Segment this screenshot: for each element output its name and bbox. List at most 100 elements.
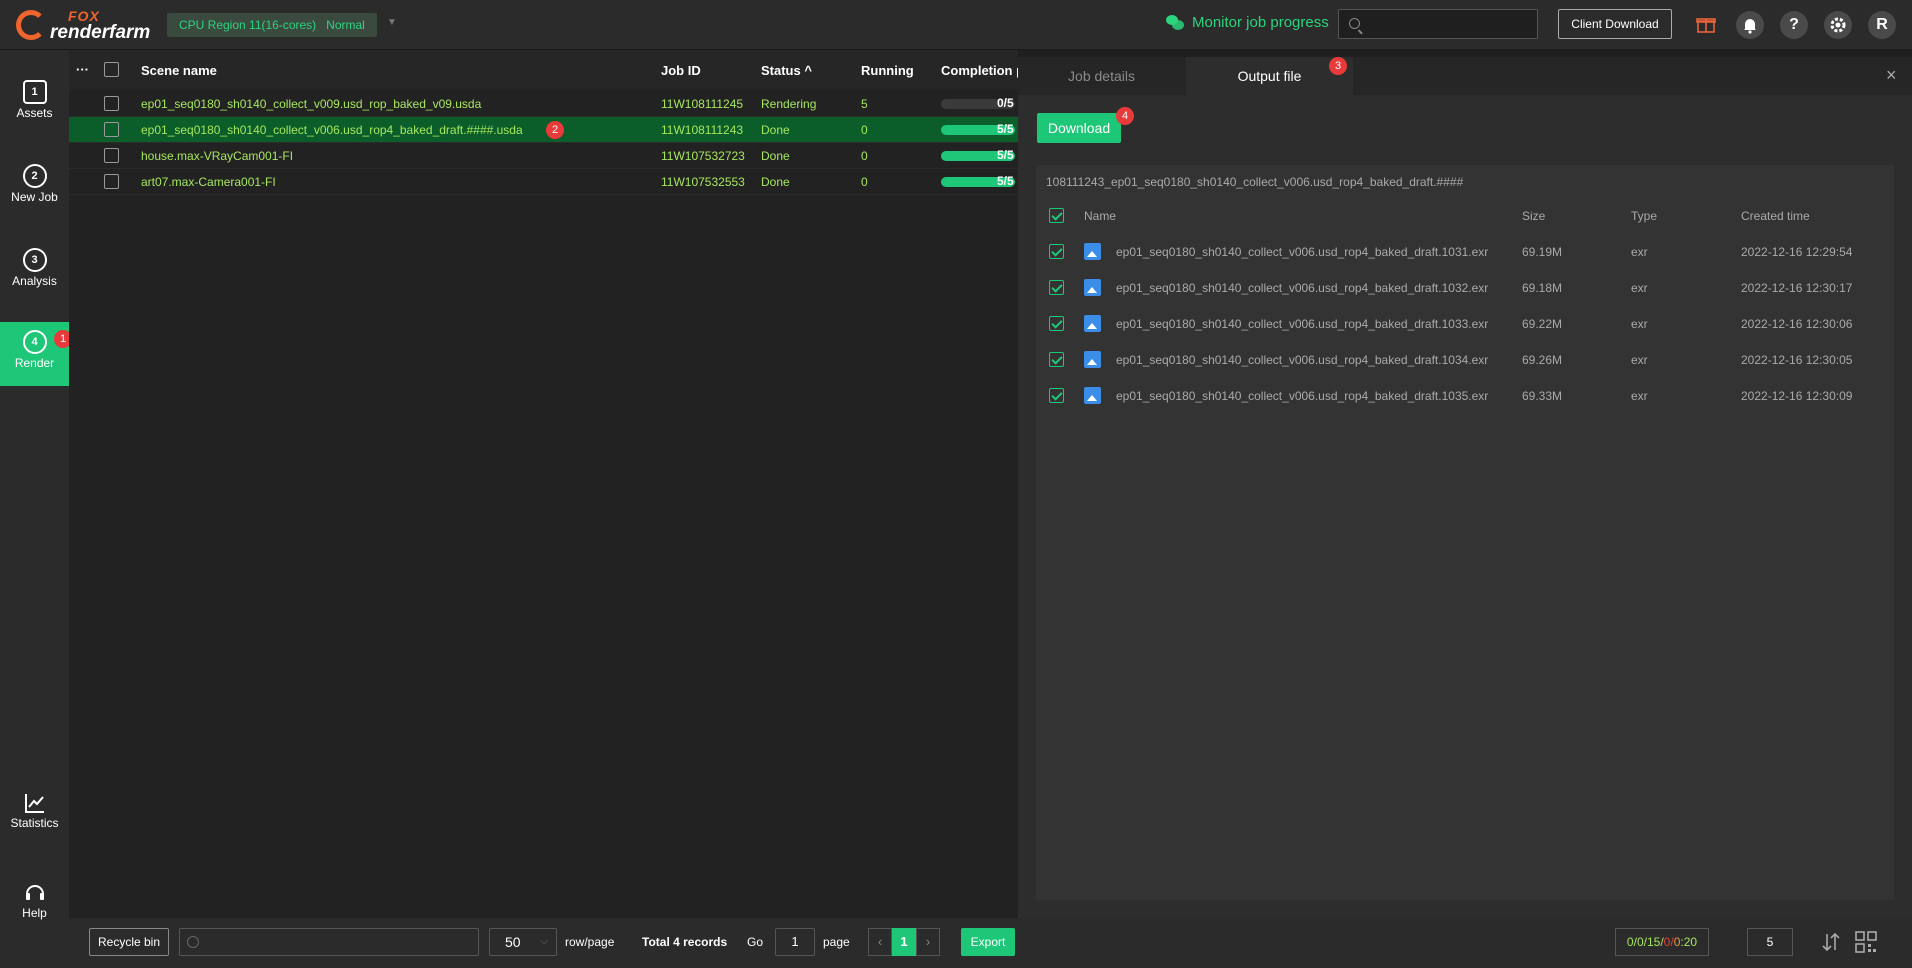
table-row[interactable]: house.max-VRayCam001-FI 11W107532723 Don… <box>69 143 1018 169</box>
running-count: 0 <box>861 123 868 137</box>
select-all-files-checkbox[interactable] <box>1049 208 1064 223</box>
close-icon[interactable]: × <box>1886 65 1897 86</box>
col-completion[interactable]: Completion p <box>941 63 1024 78</box>
gift-icon[interactable] <box>1696 15 1716 33</box>
sidebar-item-assets[interactable]: 1 Assets <box>0 72 69 136</box>
job-status: Done <box>761 123 790 137</box>
logo[interactable]: FOX renderfarm <box>16 8 150 42</box>
region-status: Normal <box>326 18 365 32</box>
more-options-icon[interactable]: ··· <box>76 62 89 77</box>
col-scene-name[interactable]: Scene name <box>141 63 217 78</box>
scene-name: ep01_seq0180_sh0140_collect_v009.usd_rop… <box>141 97 482 111</box>
region-selector[interactable]: CPU Region 11(16-cores) Normal <box>167 13 377 37</box>
job-count-summary: 0/0/15/0/0:20 <box>1615 928 1709 956</box>
col-type: Type <box>1631 209 1658 223</box>
file-type: exr <box>1631 389 1648 403</box>
export-button[interactable]: Export <box>961 928 1015 956</box>
sidebar-item-render[interactable]: 4 Render 1 <box>0 322 72 386</box>
file-row[interactable]: ep01_seq0180_sh0140_collect_v006.usd_rop… <box>1036 235 1894 271</box>
completion-text: 5/5 <box>997 174 1014 188</box>
select-all-checkbox[interactable] <box>104 62 119 77</box>
file-created: 2022-12-16 12:30:06 <box>1741 317 1853 331</box>
table-row[interactable]: ep01_seq0180_sh0140_collect_v006.usd_rop… <box>69 117 1018 143</box>
file-checkbox[interactable] <box>1049 244 1064 259</box>
monitor-label: Monitor job progress <box>1192 14 1329 31</box>
footer-bar: Recycle bin 50 ⌵ row/page Total 4 record… <box>69 918 1912 968</box>
image-file-icon <box>1084 279 1101 296</box>
sidebar-item-help[interactable]: Help <box>0 872 69 936</box>
user-avatar[interactable]: R <box>1868 11 1896 39</box>
job-id: 11W107532723 <box>661 149 745 163</box>
page-size-select[interactable]: 50 ⌵ <box>489 928 557 956</box>
table-row[interactable]: art07.max-Camera001-FI 11W107532553 Done… <box>69 169 1018 195</box>
settings-gear-icon[interactable] <box>1824 11 1852 39</box>
output-file-list: 108111243_ep01_seq0180_sh0140_collect_v0… <box>1036 165 1894 900</box>
go-label: Go <box>747 935 764 949</box>
col-name: Name <box>1084 209 1117 223</box>
sidebar-item-analysis[interactable]: 3 Analysis <box>0 240 69 304</box>
refresh-interval-input[interactable]: 5 <box>1747 928 1793 956</box>
page-jump-input[interactable]: 1 <box>775 928 815 956</box>
next-page-button[interactable]: › <box>916 928 940 956</box>
job-id: 11W108111245 <box>661 97 744 111</box>
job-status: Done <box>761 149 790 163</box>
download-badge: 4 <box>1116 107 1134 125</box>
file-row[interactable]: ep01_seq0180_sh0140_collect_v006.usd_rop… <box>1036 307 1894 343</box>
sidebar-item-label: Help <box>22 906 47 920</box>
col-job-id[interactable]: Job ID <box>661 63 701 78</box>
search-input[interactable] <box>1338 9 1538 39</box>
sidebar-item-new-job[interactable]: 2 New Job <box>0 156 69 220</box>
sort-toggle-icon[interactable] <box>1821 932 1841 952</box>
row-checkbox[interactable] <box>104 174 119 189</box>
completion-text: 0/5 <box>997 96 1014 110</box>
col-status-label: Status <box>761 63 801 78</box>
file-checkbox[interactable] <box>1049 352 1064 367</box>
sidebar-item-statistics[interactable]: Statistics <box>0 784 69 848</box>
job-list: ··· Scene name Job ID Status ^ Running C… <box>69 50 1024 918</box>
file-checkbox[interactable] <box>1049 388 1064 403</box>
file-checkbox[interactable] <box>1049 316 1064 331</box>
file-row[interactable]: ep01_seq0180_sh0140_collect_v006.usd_rop… <box>1036 271 1894 307</box>
row-checkbox[interactable] <box>104 148 119 163</box>
count-f: 20 <box>1683 935 1698 949</box>
file-row[interactable]: ep01_seq0180_sh0140_collect_v006.usd_rop… <box>1036 379 1894 415</box>
page-number-current[interactable]: 1 <box>892 928 916 956</box>
file-size: 69.19M <box>1522 245 1563 259</box>
client-download-button[interactable]: Client Download <box>1558 9 1672 39</box>
file-type: exr <box>1631 317 1648 331</box>
recycle-bin-button[interactable]: Recycle bin <box>89 928 169 956</box>
help-question-icon[interactable]: ? <box>1780 11 1808 39</box>
file-name: ep01_seq0180_sh0140_collect_v006.usd_rop… <box>1116 389 1489 403</box>
tab-job-details[interactable]: Job details <box>1018 57 1185 95</box>
job-status: Done <box>761 175 790 189</box>
col-running[interactable]: Running <box>861 63 914 78</box>
job-id: 11W108111243 <box>661 123 744 137</box>
sidebar-item-label: Statistics <box>10 816 59 830</box>
sidebar-item-label: Analysis <box>12 274 57 288</box>
row-checkbox[interactable] <box>104 122 119 137</box>
image-file-icon <box>1084 315 1101 332</box>
logo-fox-text: FOX <box>68 7 100 24</box>
notification-bell-icon[interactable] <box>1736 11 1764 39</box>
row-checkbox[interactable] <box>104 96 119 111</box>
analysis-icon: 3 <box>22 248 47 272</box>
file-type: exr <box>1631 353 1648 367</box>
file-name: ep01_seq0180_sh0140_collect_v006.usd_rop… <box>1116 281 1489 295</box>
image-file-icon <box>1084 351 1101 368</box>
download-button[interactable]: Download <box>1037 113 1121 143</box>
running-count: 5 <box>861 97 868 111</box>
region-dropdown-icon[interactable]: ▼ <box>387 17 399 29</box>
sidebar: 1 Assets 2 New Job 3 Analysis 4 Render 1… <box>0 50 72 968</box>
tab-output-file[interactable]: Output file <box>1186 57 1353 95</box>
date-range-input[interactable] <box>179 928 479 956</box>
table-row[interactable]: ep01_seq0180_sh0140_collect_v009.usd_rop… <box>69 91 1018 117</box>
col-status[interactable]: Status ^ <box>761 63 812 78</box>
page-size-value: 50 <box>505 934 521 950</box>
total-records: Total 4 records <box>642 935 728 949</box>
prev-page-button[interactable]: ‹ <box>868 928 892 956</box>
file-row[interactable]: ep01_seq0180_sh0140_collect_v006.usd_rop… <box>1036 343 1894 379</box>
monitor-job-progress-link[interactable]: Monitor job progress <box>1166 14 1329 31</box>
file-checkbox[interactable] <box>1049 280 1064 295</box>
qr-code-icon[interactable] <box>1855 931 1877 953</box>
job-detail-panel: Job details Output file 3 × Download 4 1… <box>1018 57 1912 918</box>
